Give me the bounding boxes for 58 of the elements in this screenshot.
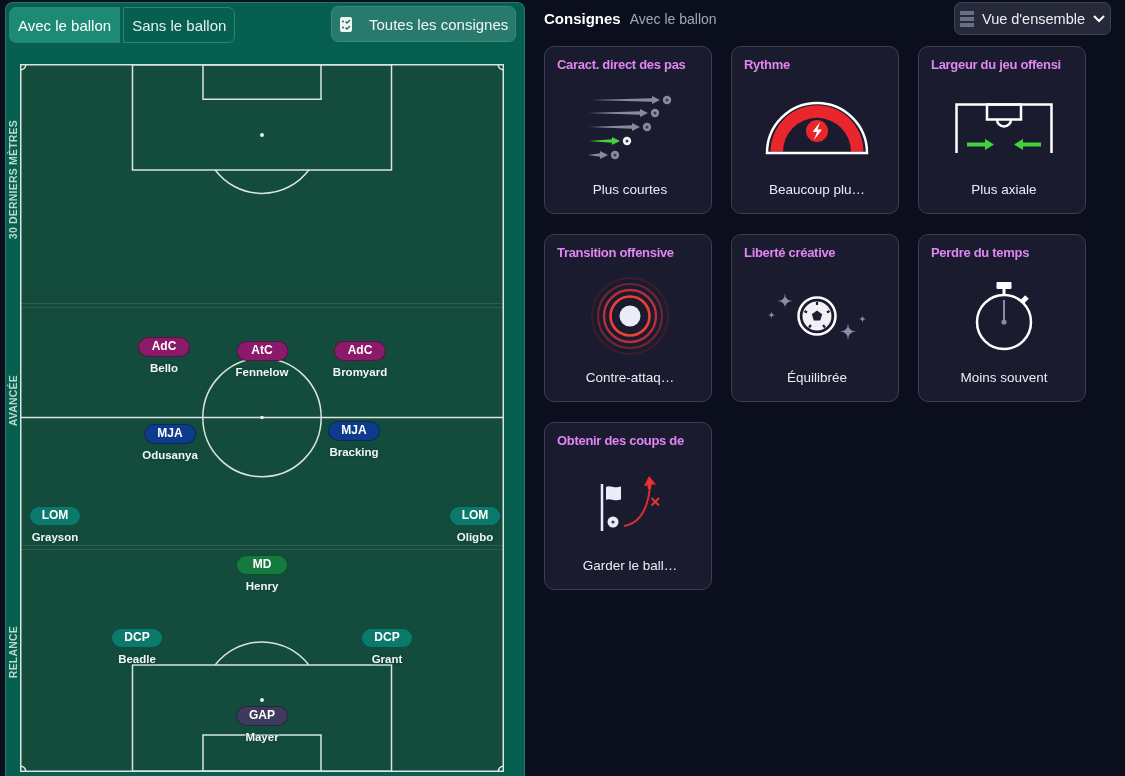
card-title: Transition offensive — [557, 245, 674, 261]
card-value: Beaucoup plu… — [768, 182, 866, 198]
card-title: Liberté créative — [744, 245, 836, 261]
zone-label: 30 DERNIERS MÈTRES — [7, 120, 19, 240]
instruction-card[interactable]: Largeur du jeu offensi Plus axiale — [918, 46, 1086, 214]
zone-label: AVANCÉE — [7, 375, 19, 427]
instruction-card[interactable]: Rythme Beaucoup plu… — [731, 46, 899, 214]
player-role[interactable]: MJA — [328, 421, 380, 441]
card-value: Équilibrée — [786, 370, 847, 386]
card-title: Caract. direct des pas — [557, 57, 686, 73]
card-title: Rythme — [744, 57, 790, 73]
player-name: Bello — [149, 361, 179, 375]
section-title: Consignes — [544, 10, 621, 27]
player-name: Bracking — [329, 445, 379, 459]
list-icon — [960, 10, 974, 27]
instruction-card[interactable]: Perdre du temps Moins souvent — [918, 234, 1086, 402]
player-name: Beadle — [118, 652, 156, 666]
card-value: Garder le ball… — [582, 558, 678, 574]
card-title: Obtenir des coups de — [557, 433, 684, 449]
player-name: Grayson — [31, 530, 79, 544]
tab[interactable]: Sans le ballon — [123, 7, 236, 43]
all-instructions-button[interactable]: Toutes les consignes — [331, 6, 516, 42]
tab[interactable]: Avec le ballon — [9, 7, 121, 43]
player-name: Bromyard — [332, 365, 388, 379]
instruction-card[interactable]: Caract. direct des pas Plus courtes — [544, 46, 712, 214]
zone-label: RELANCE — [7, 626, 19, 679]
player-role[interactable]: AtC — [236, 341, 288, 361]
player-name: Oligbo — [456, 530, 494, 544]
card-value: Plus courtes — [592, 182, 668, 198]
checklist-icon — [340, 16, 352, 32]
player-role[interactable]: LOM — [29, 506, 81, 526]
player-name: Fennelow — [235, 365, 289, 379]
player-role[interactable]: DCP — [111, 628, 163, 648]
player-name: Grant — [371, 652, 403, 666]
card-value: Plus axiale — [971, 182, 1037, 198]
card-title: Largeur du jeu offensi — [931, 57, 1061, 73]
player-role[interactable]: AdC — [334, 341, 386, 361]
flag-ball-icon — [599, 474, 661, 533]
view-dropdown[interactable]: Vue d'ensemble — [954, 2, 1111, 35]
player-role[interactable]: GAP — [236, 706, 288, 726]
chevron-down-icon — [1093, 14, 1105, 23]
instruction-card[interactable]: Liberté créative Équilibrée — [731, 234, 899, 402]
gauge-icon — [765, 100, 869, 155]
player-name: Odusanya — [142, 448, 198, 462]
concentric-rings-icon — [590, 275, 670, 356]
card-title: Perdre du temps — [931, 245, 1030, 261]
section-subtitle: Avec le ballon — [629, 11, 717, 27]
card-value: Moins souvent — [960, 370, 1048, 386]
instruction-card[interactable]: Transition offensive Contre-attaq… — [544, 234, 712, 402]
player-role[interactable]: MD — [236, 555, 288, 575]
card-value: Contre-attaq… — [585, 370, 675, 386]
player-role[interactable]: DCP — [361, 628, 413, 648]
goal-area-arrows-icon — [955, 102, 1053, 153]
instruction-card[interactable]: Obtenir des coups de Garder le ball… — [544, 422, 712, 590]
player-role[interactable]: LOM — [449, 506, 501, 526]
player-role[interactable]: AdC — [138, 337, 190, 357]
player-name: Henry — [245, 579, 279, 593]
player-role[interactable]: MJA — [144, 424, 196, 444]
